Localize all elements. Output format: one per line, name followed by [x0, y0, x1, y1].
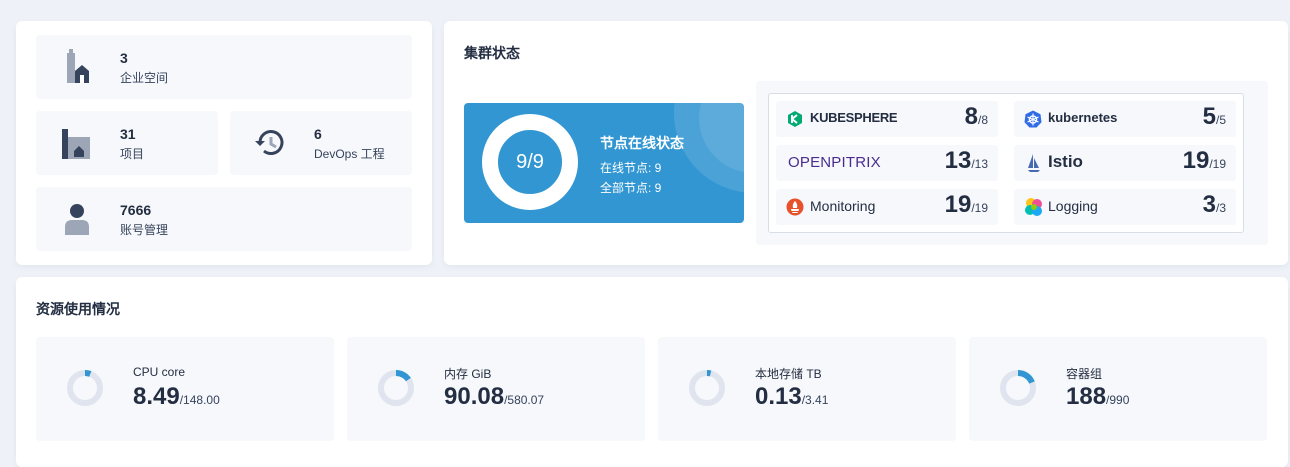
- projects-count: 31: [120, 126, 136, 142]
- accounts-tile[interactable]: 7666 账号管理: [36, 187, 412, 251]
- resource-label: 本地存储 TB: [755, 367, 822, 381]
- usage-ring-track: [67, 370, 103, 406]
- accounts-count: 7666: [120, 202, 152, 218]
- user-icon: [65, 204, 89, 235]
- component-value: 3/3: [1202, 191, 1226, 218]
- component-kubesphere[interactable]: KUBESPHERE 8/8: [776, 101, 998, 137]
- overview-card: 3 企业空间 31 项目 6 DevOps 工程 7666 账号管理: [16, 21, 432, 265]
- components-grid: KUBESPHERE 8/8 kubernetes 5/5 OPENPITRIX…: [768, 93, 1244, 233]
- project-icon: [62, 129, 90, 159]
- usage-ring-track: [689, 370, 725, 406]
- history-icon: [255, 130, 284, 155]
- node-status-panel[interactable]: 9/9 节点在线状态 在线节点: 9 全部节点: 9: [464, 103, 744, 223]
- devops-count: 6: [314, 126, 322, 142]
- storage-usage-ring: [689, 370, 725, 406]
- projects-label: 项目: [120, 147, 145, 161]
- component-value: 19/19: [944, 191, 988, 218]
- prometheus-icon: [786, 198, 804, 216]
- component-istio[interactable]: Istio 19/19: [1014, 145, 1236, 181]
- resource-label: 内存 GiB: [444, 367, 492, 381]
- resource-usage-title: 资源使用情况: [36, 301, 120, 317]
- resource-tile-pods[interactable]: 容器组 188/990: [969, 337, 1267, 441]
- resource-tile-cpu[interactable]: CPU core 8.49/148.00: [36, 337, 334, 441]
- component-name: Logging: [1048, 198, 1098, 214]
- kubesphere-logo-icon: [788, 111, 802, 127]
- online-nodes: 在线节点: 9: [600, 161, 662, 175]
- resource-value: 8.49/148.00: [133, 383, 220, 410]
- component-openpitrix[interactable]: OPENPITRIX 13/13: [776, 145, 998, 181]
- resource-value: 0.13/3.41: [755, 383, 829, 410]
- component-name: kubernetes: [1048, 110, 1118, 125]
- component-logging[interactable]: Logging 3/3: [1014, 189, 1236, 225]
- component-value: 5/5: [1202, 103, 1226, 130]
- devops-tile[interactable]: 6 DevOps 工程: [230, 111, 412, 175]
- pods-usage-ring: [1000, 370, 1036, 406]
- projects-tile[interactable]: 31 项目: [36, 111, 218, 175]
- cpu-usage-ring: [67, 370, 103, 406]
- resource-tile-storage[interactable]: 本地存储 TB 0.13/3.41: [658, 337, 956, 441]
- resource-value: 188/990: [1066, 383, 1130, 410]
- cluster-status-card: 集群状态 9/9 节点在线状态 在线节点: 9 全部节点: 9 KUBESPHE…: [444, 21, 1288, 265]
- component-name: KUBESPHERE: [810, 110, 898, 125]
- resource-value: 90.08/580.07: [444, 383, 545, 410]
- workspaces-count: 3: [120, 50, 128, 66]
- resource-label: CPU core: [133, 365, 186, 379]
- component-name: OPENPITRIX: [788, 154, 881, 171]
- component-name: Istio: [1048, 152, 1083, 171]
- devops-label: DevOps 工程: [314, 147, 385, 161]
- resource-tile-memory[interactable]: 内存 GiB 90.08/580.07: [347, 337, 645, 441]
- memory-usage-ring: [378, 370, 414, 406]
- component-value: 13/13: [944, 147, 988, 174]
- resource-usage-card: 资源使用情况 CPU core 8.49/148.00 内存 GiB 90.08…: [16, 277, 1288, 467]
- component-kubernetes[interactable]: kubernetes 5/5: [1014, 101, 1236, 137]
- logging-icon: [1025, 198, 1042, 216]
- accounts-label: 账号管理: [120, 223, 169, 237]
- node-status-title: 节点在线状态: [600, 135, 684, 151]
- node-ring-text: 9/9: [516, 151, 544, 173]
- workspaces-tile[interactable]: 3 企业空间: [36, 35, 412, 99]
- kubernetes-logo-icon: [1024, 110, 1042, 128]
- resource-label: 容器组: [1066, 367, 1103, 381]
- total-nodes: 全部节点: 9: [600, 181, 662, 195]
- istio-logo-icon: [1028, 154, 1040, 172]
- workspaces-label: 企业空间: [120, 71, 169, 85]
- enterprise-icon: [67, 49, 89, 83]
- component-value: 19/19: [1182, 147, 1226, 174]
- component-monitoring[interactable]: Monitoring 19/19: [776, 189, 998, 225]
- component-name: Monitoring: [810, 198, 876, 214]
- components-panel: KUBESPHERE 8/8 kubernetes 5/5 OPENPITRIX…: [756, 81, 1268, 245]
- component-value: 8/8: [964, 103, 988, 130]
- cluster-status-title: 集群状态: [464, 45, 520, 61]
